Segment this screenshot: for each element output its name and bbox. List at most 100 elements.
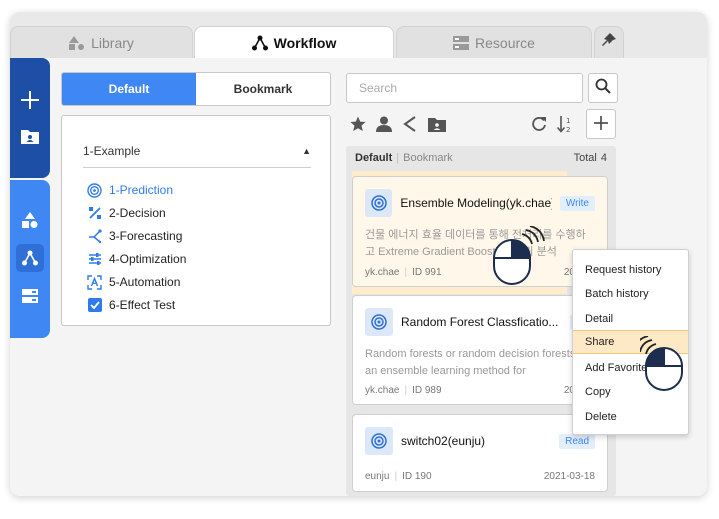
card-footer-divider: | bbox=[394, 470, 398, 482]
tab-bar: Library Workflow Resource bbox=[10, 12, 707, 58]
workflow-icon bbox=[251, 35, 268, 51]
card-date: 2021-03-18 bbox=[543, 470, 595, 482]
card-id: ID 989 bbox=[412, 384, 442, 396]
menu-item-batch-history[interactable]: Batch history bbox=[573, 282, 688, 306]
server-icon bbox=[453, 35, 470, 50]
card-footer: yk.chae | ID 989 2021-0 bbox=[365, 383, 595, 397]
card-footer-divider: | bbox=[404, 266, 408, 278]
list-filter-default[interactable]: Default bbox=[355, 152, 392, 164]
search-input[interactable]: Search bbox=[346, 73, 583, 103]
card-user: eunju bbox=[365, 470, 390, 482]
card-title: Ensemble Modeling(yk.chae) bbox=[400, 196, 552, 210]
target-icon bbox=[365, 308, 393, 336]
list-total-count: 4 bbox=[600, 152, 607, 164]
app-window: Library Workflow Resource Default Bookma… bbox=[10, 12, 707, 496]
left-click-mouse-icon bbox=[633, 335, 686, 397]
permission-badge: Write bbox=[559, 195, 595, 211]
tree-folder-header[interactable]: 1-Example ▲ bbox=[83, 134, 311, 168]
card-header: switch02(eunju) Read bbox=[365, 427, 595, 455]
tree-item-label: 1-Prediction bbox=[109, 183, 174, 197]
tab-library-label: Library bbox=[91, 34, 134, 51]
menu-item-request-history[interactable]: Request history bbox=[573, 258, 688, 282]
pin-icon bbox=[602, 33, 616, 52]
user-icon[interactable] bbox=[373, 113, 395, 135]
sort-icon[interactable]: 12 bbox=[554, 113, 576, 135]
tree-item-prediction[interactable]: 1-Prediction bbox=[87, 180, 173, 200]
branch-icon bbox=[87, 229, 102, 244]
tree-item-decision[interactable]: 2-Decision bbox=[87, 203, 166, 223]
card-description: 건물 에너지 효율 데이터를 통해 전처리를 수행하고 Extreme Grad… bbox=[365, 229, 586, 258]
segment-default[interactable]: Default bbox=[62, 73, 196, 105]
shapes-icon bbox=[69, 35, 85, 50]
target-icon bbox=[365, 427, 393, 455]
user-folder-icon[interactable] bbox=[426, 113, 448, 135]
contact-folder-icon[interactable] bbox=[18, 124, 42, 148]
list-header: Default | Bookmark Total 4 bbox=[355, 150, 607, 166]
add-icon[interactable] bbox=[18, 88, 42, 112]
workflow-card[interactable]: Ensemble Modeling(yk.chae) Write 건물 에너지 … bbox=[352, 176, 608, 287]
plus-icon bbox=[594, 113, 608, 136]
card-id: ID 991 bbox=[412, 266, 442, 278]
search-placeholder: Search bbox=[359, 81, 398, 95]
workflow-card[interactable]: Random Forest Classficatio... Wr Random … bbox=[352, 295, 608, 405]
view-segment: Default Bookmark bbox=[61, 72, 331, 106]
tree-folder-title: 1-Example bbox=[83, 143, 141, 158]
refresh-icon[interactable] bbox=[528, 113, 550, 135]
card-user: yk.chae bbox=[365, 266, 400, 278]
tree-item-forecasting[interactable]: 3-Forecasting bbox=[87, 226, 182, 246]
permission-badge: Read bbox=[559, 433, 595, 449]
pin-tab-button[interactable] bbox=[594, 26, 624, 58]
tree-item-automation[interactable]: 5-Automation bbox=[87, 272, 180, 292]
card-footer: yk.chae | ID 991 2021-0 bbox=[365, 265, 595, 279]
tree-item-label: 3-Forecasting bbox=[109, 229, 183, 243]
card-header: Ensemble Modeling(yk.chae) Write bbox=[365, 189, 595, 217]
card-id: ID 190 bbox=[402, 470, 432, 482]
tab-workflow-label: Workflow bbox=[273, 34, 337, 51]
add-workflow-button[interactable] bbox=[586, 109, 616, 139]
card-title: Random Forest Classficatio... bbox=[401, 315, 559, 329]
tree-item-effect-test[interactable]: 6-Effect Test bbox=[87, 295, 175, 315]
svg-text:1: 1 bbox=[566, 117, 570, 125]
checkbox-icon bbox=[87, 298, 102, 313]
shapes-rail-icon[interactable] bbox=[18, 208, 42, 232]
target-icon bbox=[365, 189, 393, 217]
list-filter-bookmark[interactable]: Bookmark bbox=[403, 152, 453, 164]
search-button[interactable] bbox=[588, 73, 618, 103]
list-header-divider: | bbox=[396, 152, 400, 164]
card-title: switch02(eunju) bbox=[401, 434, 486, 448]
card-header: Random Forest Classficatio... Wr bbox=[365, 308, 595, 336]
tab-workflow[interactable]: Workflow bbox=[194, 26, 394, 58]
workflow-card[interactable]: switch02(eunju) Read eunju | ID 190 2021… bbox=[352, 414, 608, 492]
tree-item-optimization[interactable]: 4-Optimization bbox=[87, 249, 186, 269]
card-footer: eunju | ID 190 2021-03-18 bbox=[365, 469, 595, 483]
svg-text:2: 2 bbox=[566, 126, 570, 133]
card-description: Random forests or random decision forest… bbox=[365, 348, 595, 377]
segment-bookmark[interactable]: Bookmark bbox=[196, 73, 330, 105]
search-icon bbox=[595, 78, 611, 99]
workflow-rail-icon[interactable] bbox=[16, 244, 44, 272]
right-click-mouse-icon bbox=[492, 225, 548, 291]
collapse-arrow-icon[interactable]: ▲ bbox=[302, 146, 311, 156]
list-total-label: Total bbox=[573, 152, 597, 164]
list-total: Total 4 bbox=[574, 152, 607, 164]
card-footer-divider: | bbox=[404, 384, 408, 396]
menu-item-delete[interactable]: Delete bbox=[573, 405, 688, 429]
tab-library[interactable]: Library bbox=[10, 26, 193, 58]
server-rail-icon[interactable] bbox=[18, 284, 42, 308]
tree-item-label: 4-Optimization bbox=[109, 252, 187, 266]
target-icon bbox=[87, 182, 102, 198]
tree-item-label: 2-Decision bbox=[109, 206, 166, 220]
tab-resource[interactable]: Resource bbox=[396, 26, 592, 58]
secondary-rail bbox=[10, 180, 50, 338]
star-icon[interactable] bbox=[347, 113, 369, 135]
tab-resource-label: Resource bbox=[475, 34, 535, 51]
project-tree: 1-Example ▲ 1-Prediction 2-Decision 3-Fo… bbox=[61, 115, 331, 326]
menu-item-detail[interactable]: Detail bbox=[573, 307, 688, 331]
sliders-icon bbox=[87, 252, 102, 267]
share-icon[interactable] bbox=[399, 113, 421, 135]
card-user: yk.chae bbox=[365, 384, 400, 396]
auto-frame-icon bbox=[87, 274, 102, 290]
tree-item-label: 5-Automation bbox=[109, 275, 181, 289]
percent-icon bbox=[87, 206, 102, 221]
primary-rail bbox=[10, 58, 50, 178]
